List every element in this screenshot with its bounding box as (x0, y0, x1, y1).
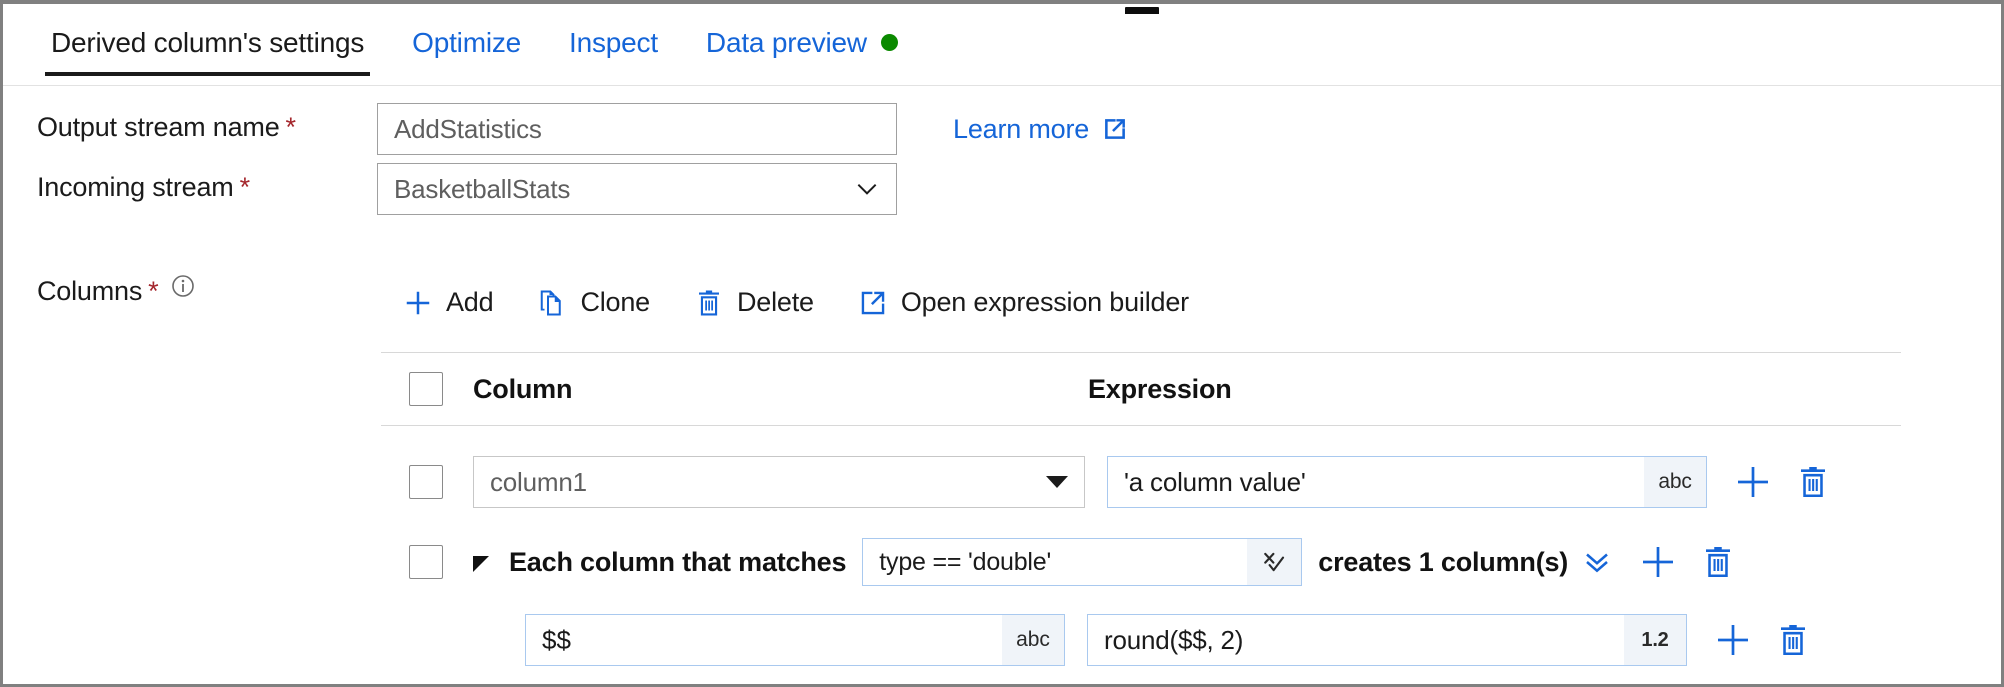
plus-icon[interactable] (1640, 544, 1676, 580)
pattern-child-name-input[interactable]: $$ abc (525, 614, 1065, 666)
required-marker: * (240, 172, 251, 203)
pattern-row-actions (1640, 544, 1736, 580)
tab-derived-column-settings[interactable]: Derived column's settings (27, 14, 388, 76)
learn-more-link[interactable]: Learn more (953, 114, 1129, 145)
pattern-child-expression-value: round($$, 2) (1088, 625, 1624, 656)
trash-icon[interactable] (1775, 622, 1811, 658)
column-name-value: column1 (490, 467, 587, 498)
tab-label: Data preview (706, 27, 867, 58)
derived-column-settings-panel: Derived column's settings Optimize Inspe… (0, 0, 2004, 687)
pattern-suffix-label: creates 1 column(s) (1318, 547, 1568, 578)
triangle-collapse-icon[interactable] (473, 556, 489, 572)
pattern-child-row-actions (1715, 622, 1811, 658)
incoming-stream-label: Incoming stream (37, 172, 234, 203)
match-expression-input[interactable]: type == 'double' (862, 538, 1302, 586)
output-stream-name-row: Output stream name * (37, 112, 296, 143)
tab-label: Optimize (412, 27, 521, 58)
output-stream-name-field-wrap: AddStatistics Learn more (377, 103, 1129, 155)
chevron-down-icon (854, 176, 880, 202)
incoming-stream-value: BasketballStats (394, 174, 570, 205)
incoming-stream-select[interactable]: BasketballStats (377, 163, 897, 215)
tab-data-preview[interactable]: Data preview (682, 14, 922, 76)
open-expression-builder-label: Open expression builder (901, 287, 1189, 318)
x-check-icon (1247, 539, 1301, 585)
table-row: column1 'a column value' abc (381, 442, 1901, 522)
tab-inspect[interactable]: Inspect (545, 14, 682, 76)
trash-icon (694, 288, 724, 318)
row-actions (1735, 464, 1831, 500)
row-select-cell (381, 465, 473, 499)
select-all-cell (381, 372, 473, 406)
required-marker: * (148, 276, 159, 307)
row-checkbox[interactable] (409, 465, 443, 499)
incoming-stream-field-wrap: BasketballStats (377, 163, 897, 215)
add-label: Add (446, 287, 493, 318)
pattern-child-name-value: $$ (526, 625, 1002, 656)
caret-down-icon (1046, 476, 1068, 488)
learn-more-label: Learn more (953, 114, 1089, 145)
plus-icon[interactable] (1715, 622, 1751, 658)
info-icon[interactable] (171, 274, 195, 298)
column-name-select[interactable]: column1 (473, 456, 1085, 508)
tab-label: Inspect (569, 27, 658, 58)
delete-button[interactable]: Delete (672, 279, 836, 326)
columns-grid: Column Expression column1 'a column valu… (381, 352, 1901, 678)
add-button[interactable]: Add (381, 279, 515, 326)
columns-label: Columns (37, 276, 142, 307)
columns-label-row: Columns * (37, 274, 195, 308)
expression-header-label: Expression (1088, 374, 1901, 405)
expression-value: 'a column value' (1108, 467, 1644, 498)
copy-icon (537, 288, 567, 318)
expression-input[interactable]: 'a column value' abc (1107, 456, 1707, 508)
x-check-glyph (1259, 547, 1289, 577)
grid-header-row: Column Expression (381, 352, 1901, 426)
double-chevron-down-icon[interactable] (1582, 547, 1612, 577)
output-stream-name-label: Output stream name (37, 112, 280, 143)
plus-icon (403, 288, 433, 318)
row-select-cell (381, 545, 473, 579)
plus-icon[interactable] (1735, 464, 1771, 500)
select-all-checkbox[interactable] (409, 372, 443, 406)
tab-optimize[interactable]: Optimize (388, 14, 545, 76)
tab-label: Derived column's settings (51, 27, 364, 58)
external-link-icon (1101, 115, 1129, 143)
required-marker: * (286, 112, 297, 143)
delete-label: Delete (737, 287, 814, 318)
columns-command-bar: Add Clone Delete Open expression build (381, 279, 1211, 326)
open-expression-builder-button[interactable]: Open expression builder (836, 279, 1211, 326)
output-stream-name-input[interactable]: AddStatistics (377, 103, 897, 155)
pattern-prefix-label: Each column that matches (509, 547, 846, 578)
match-expression-value: type == 'double' (863, 548, 1247, 577)
trash-icon[interactable] (1700, 544, 1736, 580)
clone-button[interactable]: Clone (515, 279, 672, 326)
output-stream-name-value: AddStatistics (394, 114, 542, 145)
pattern-child-name-type-badge: abc (1002, 615, 1064, 665)
table-row-pattern: Each column that matches type == 'double… (381, 522, 1901, 602)
pattern-child-expression-input[interactable]: round($$, 2) 1.2 (1087, 614, 1687, 666)
row-checkbox[interactable] (409, 545, 443, 579)
pattern-child-expression-type-badge: 1.2 (1624, 615, 1686, 665)
clone-label: Clone (580, 287, 650, 318)
external-link-icon (858, 288, 888, 318)
expression-type-badge: abc (1644, 457, 1706, 507)
status-dot-icon (881, 34, 898, 51)
tab-strip: Derived column's settings Optimize Inspe… (3, 14, 2001, 86)
column-header-label: Column (473, 374, 1088, 405)
table-row-pattern-child: $$ abc round($$, 2) 1.2 (381, 602, 1901, 678)
trash-icon[interactable] (1795, 464, 1831, 500)
incoming-stream-row: Incoming stream * (37, 172, 250, 203)
